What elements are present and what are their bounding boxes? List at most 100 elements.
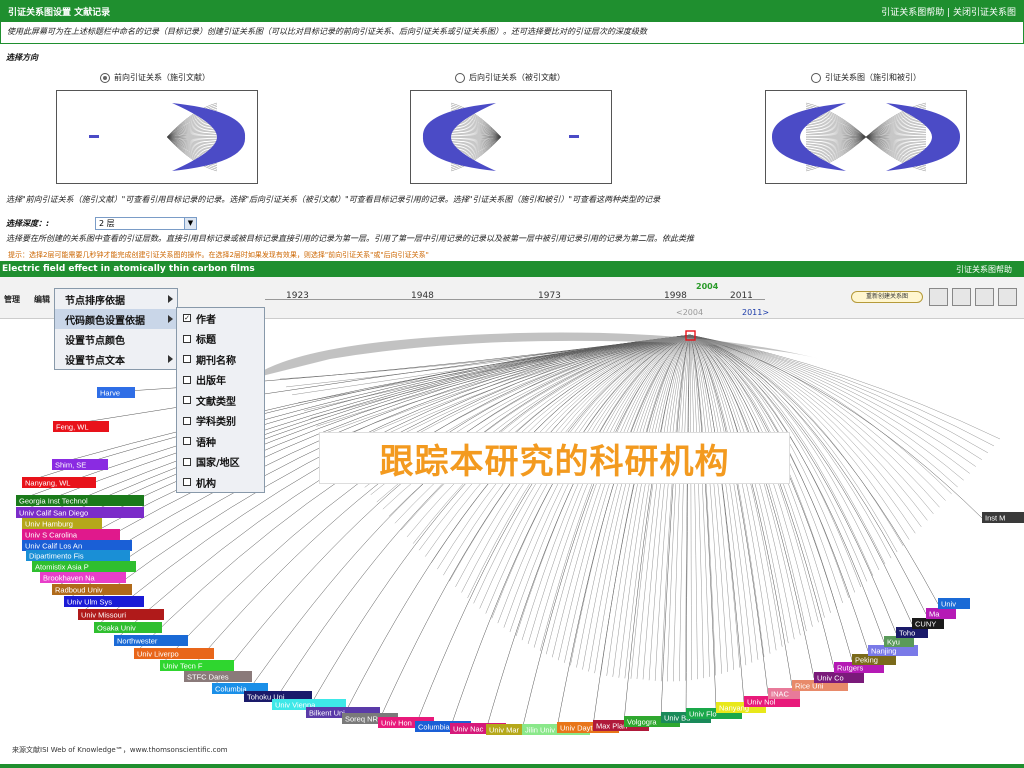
checkbox-icon[interactable] (183, 457, 191, 466)
node-left-13[interactable]: Univ Ulm Sys (64, 596, 144, 607)
checkbox-icon[interactable] (183, 396, 191, 405)
year-tick-4: 1998 (664, 291, 687, 301)
radio-backward[interactable]: 后向引证关系（被引文献） (455, 72, 565, 83)
color-by-title-label: 标题 (196, 335, 216, 347)
export-icon[interactable] (998, 288, 1017, 306)
chevron-down-icon[interactable]: ▼ (184, 218, 196, 229)
map-title-bar: Electric field effect in atomically thin… (0, 261, 1024, 277)
thumbnail-forward-image (89, 102, 246, 172)
node-bottom-4-label: Jilin Univ (525, 726, 555, 735)
node-left-17-label: Univ Liverpo (137, 650, 179, 659)
citation-map-canvas: Harve Feng, WL Shim, SE Nanyang, WL Georgia … (15, 330, 1024, 735)
node-bottom-20[interactable]: CUNY (912, 618, 944, 629)
node-bottom-3-label: Univ Mar (489, 726, 520, 735)
node-left-6[interactable]: Univ Hamburg (22, 518, 102, 529)
node-left-9[interactable]: Dipartimento Fis (26, 550, 130, 561)
year-tick-3: 1973 (538, 291, 561, 301)
node-bottom-14[interactable]: Univ Co (814, 672, 864, 683)
color-by-language[interactable]: 语种 (177, 431, 264, 452)
checkbox-icon[interactable] (183, 416, 191, 425)
checkbox-icon[interactable] (183, 334, 191, 343)
color-by-submenu[interactable]: ✓ 作者 标题 期刊名称 出版年 文献类型 学科类别 语种 国家/地区 机构 (176, 307, 265, 493)
depth-select-value: 2 层 (99, 219, 115, 228)
radio-forward[interactable]: 前向引证关系（施引文献） (100, 72, 210, 83)
color-by-title[interactable]: 标题 (177, 329, 264, 350)
depth-select[interactable]: 2 层 ▼ (95, 217, 197, 230)
node-left-10[interactable]: Atomistix Asia P (32, 561, 136, 572)
thumbnail-both[interactable] (765, 90, 967, 184)
range-start[interactable]: <2004 (676, 308, 703, 317)
node-left-6-label: Univ Hamburg (25, 520, 73, 529)
node-bottom-1-label: Columbia (418, 723, 451, 732)
node-left-0[interactable]: Harve (97, 387, 135, 398)
header-links[interactable]: 引证关系图帮助 | 关闭引证关系图 (881, 5, 1016, 18)
node-bottom-21[interactable]: Ma (926, 608, 956, 619)
node-left-1[interactable]: Feng, WL (53, 421, 109, 432)
checkbox-icon[interactable] (183, 375, 191, 384)
node-left-2[interactable]: Shim, SE (52, 459, 108, 470)
node-left-19-label: STFC Dares (187, 673, 229, 682)
range-end[interactable]: 2011> (742, 308, 769, 317)
rebuild-map-button[interactable]: 重新创建关系图 (851, 291, 923, 303)
thumbnail-backward[interactable] (410, 90, 612, 184)
node-left-12[interactable]: Radboud Univ (52, 584, 132, 595)
year-tick-1: 1923 (286, 291, 309, 301)
menu-edit[interactable]: 编辑 (34, 294, 50, 305)
cross-icon[interactable] (975, 288, 994, 306)
node-left-15[interactable]: Osaka Univ (94, 622, 162, 633)
node-bottom-12-label: INAC (771, 690, 790, 699)
menu-node-color[interactable]: 设置节点颜色 (55, 329, 177, 349)
checkbox-checked-icon[interactable]: ✓ (183, 314, 191, 323)
menu-node-text[interactable]: 设置节点文本 (55, 349, 177, 369)
node-bottom-23[interactable]: Inst M (982, 512, 1024, 523)
checkbox-icon[interactable] (183, 478, 191, 487)
color-by-subject[interactable]: 学科类别 (177, 411, 264, 432)
node-left-4[interactable]: Georgia Inst Technol (16, 495, 144, 506)
node-left-20-label: Columbia (215, 685, 248, 694)
node-left-5[interactable]: Univ Calif San Diego (16, 507, 144, 518)
checkbox-icon[interactable] (183, 355, 191, 364)
node-left-24-label: Soreq NR (345, 715, 379, 724)
node-left-4-label: Georgia Inst Technol (19, 497, 88, 506)
context-menu[interactable]: 节点排序依据 代码颜色设置依据 设置节点颜色 设置节点文本 (54, 288, 178, 370)
year-marker: 2004 (696, 282, 719, 291)
node-left-18[interactable]: Univ Tecn F (160, 660, 234, 671)
map-help-link[interactable]: 引证关系图帮助 (956, 264, 1012, 275)
depth-label: 选择深度：: (6, 219, 50, 228)
network-icon[interactable] (952, 288, 971, 306)
node-left-16[interactable]: Northwester (114, 635, 188, 646)
color-by-author[interactable]: ✓ 作者 (177, 308, 264, 329)
node-left-11[interactable]: Brookhaven Na (40, 572, 126, 583)
radio-both-button[interactable] (811, 72, 821, 83)
color-by-author-label: 作者 (196, 314, 216, 326)
checkbox-icon[interactable] (183, 437, 191, 446)
radio-backward-button[interactable] (455, 72, 465, 83)
citation-map[interactable]: Harve Feng, WL Shim, SE Nanyang, WL Georgia … (0, 319, 1024, 744)
radio-forward-label: 前向引证关系（施引文献） (114, 73, 210, 82)
node-left-17[interactable]: Univ Liverpo (134, 648, 214, 659)
radio-forward-button[interactable] (100, 72, 110, 83)
menu-node-color-label: 设置节点颜色 (65, 335, 125, 347)
radio-both[interactable]: 引证关系图（施引和被引） (811, 72, 921, 83)
color-by-country[interactable]: 国家/地区 (177, 452, 264, 473)
node-left-14[interactable]: Univ Missouri (78, 609, 164, 620)
node-bottom-22[interactable]: Univ (938, 598, 970, 609)
node-bottom-21-label: Ma (929, 610, 940, 619)
node-left-7[interactable]: Univ S Carolina (22, 529, 120, 540)
node-left-10-label: Atomistix Asia P (35, 563, 89, 572)
node-left-15-label: Osaka Univ (97, 624, 136, 633)
menu-color-by[interactable]: 代码颜色设置依据 (55, 309, 177, 329)
node-left-3[interactable]: Nanyang, WL (22, 477, 96, 488)
color-by-year[interactable]: 出版年 (177, 370, 264, 391)
radio-both-label: 引证关系图（施引和被引） (825, 73, 921, 82)
menu-manage[interactable]: 管理 (4, 294, 20, 305)
color-by-journal[interactable]: 期刊名称 (177, 349, 264, 370)
thumbnail-forward[interactable] (56, 90, 258, 184)
node-bottom-18-label: Kyu (887, 638, 900, 647)
node-left-19[interactable]: STFC Dares (184, 671, 252, 682)
color-by-doctype[interactable]: 文献类型 (177, 390, 264, 411)
menu-sort-by[interactable]: 节点排序依据 (55, 289, 177, 309)
layout-icon[interactable] (929, 288, 948, 306)
color-by-institution[interactable]: 机构 (177, 472, 264, 493)
node-left-8[interactable]: Univ Calif Los An (22, 540, 132, 551)
